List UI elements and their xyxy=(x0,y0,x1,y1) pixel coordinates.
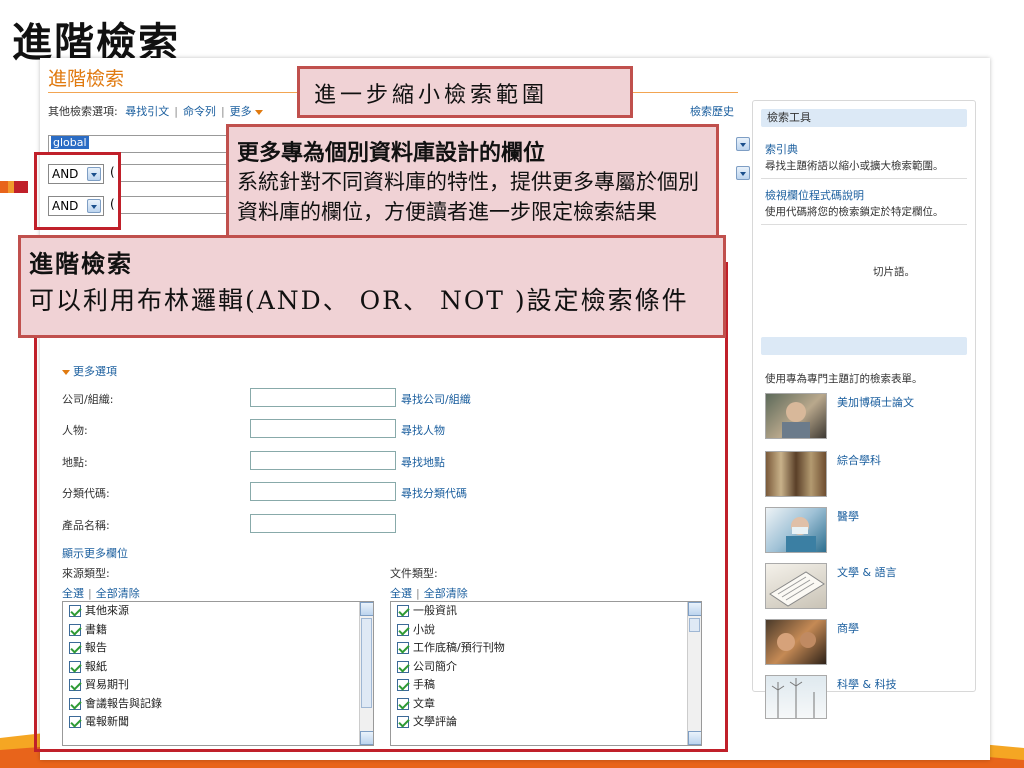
search-history-link[interactable]: 檢索歷史 xyxy=(690,103,734,119)
subject-general-link[interactable]: 綜合學科 xyxy=(837,452,881,468)
subject-header xyxy=(761,337,967,355)
science-image xyxy=(765,675,827,719)
divider xyxy=(761,178,967,179)
operator-highlight-box xyxy=(34,152,121,230)
callout-db-fields-body: 系統針對不同資料庫的特性，提供更多專屬於個別資料庫的欄位，方便讀者進一步限定檢索… xyxy=(237,170,699,224)
callout-advanced: 進階檢索 可以利用布林邏輯(AND、 OR、 NOT )設定檢索條件 xyxy=(18,235,726,338)
field-codes-link[interactable]: 檢視欄位程式碼說明 xyxy=(765,187,864,203)
subjects-desc: 使用專為專門主題訂的檢索表單。 xyxy=(765,373,923,385)
slide: 進階檢索 進階檢索 其他檢索選項: 尋找引文 | 命令列 | 更多 檢索歷史 globa… xyxy=(0,0,1024,768)
books-image xyxy=(765,451,827,497)
subject-medicine-link[interactable]: 醫學 xyxy=(837,508,859,524)
other-search-options: 其他檢索選項: 尋找引文 | 命令列 | 更多 xyxy=(48,103,263,119)
keyword-value: global xyxy=(51,136,89,149)
callout-advanced-body: 可以利用布林邏輯(AND、 OR、 NOT )設定檢索條件 xyxy=(29,286,689,315)
business-image xyxy=(765,619,827,665)
divider xyxy=(761,224,967,225)
literature-image xyxy=(765,563,827,609)
command-line-link[interactable]: 命令列 xyxy=(183,105,216,118)
subject-science-link[interactable]: 科學 & 科技 xyxy=(837,676,897,692)
callout-narrow: 進一步縮小檢索範圍 xyxy=(297,66,633,118)
chevron-down-icon xyxy=(254,109,263,115)
field-select-arrow[interactable] xyxy=(736,166,750,180)
partial-desc: 切片語。 xyxy=(873,266,915,278)
subject-dissertations-link[interactable]: 美加博碩士論文 xyxy=(837,394,914,410)
medicine-image xyxy=(765,507,827,553)
boolean-term-input-2[interactable] xyxy=(120,196,240,214)
search-tools-panel: 檢索工具 索引典 尋找主題術語以縮小或擴大檢索範圍。 檢視欄位程式碼說明 使用代… xyxy=(752,100,976,719)
other-options-label: 其他檢索選項: xyxy=(48,105,118,118)
field-codes-desc: 使用代碼將您的檢索鎖定於特定欄位。 xyxy=(765,206,944,218)
find-citation-link[interactable]: 尋找引文 xyxy=(125,105,169,118)
callout-db-fields-title: 更多專為個別資料庫設計的欄位 xyxy=(237,140,546,166)
field-select-arrow[interactable] xyxy=(736,137,750,151)
dissertation-image xyxy=(765,393,827,439)
subject-literature-link[interactable]: 文學 & 語言 xyxy=(837,564,897,580)
page-heading: 進階檢索 xyxy=(48,68,125,90)
subject-business-link[interactable]: 商學 xyxy=(837,620,859,636)
callout-advanced-title: 進階檢索 xyxy=(29,249,133,278)
thesaurus-link[interactable]: 索引典 xyxy=(765,141,798,157)
more-options-link[interactable]: 更多 xyxy=(230,105,252,118)
thesaurus-desc: 尋找主題術語以縮小或擴大檢索範圍。 xyxy=(765,160,944,172)
boolean-term-input-1[interactable] xyxy=(120,164,240,182)
search-tools-header: 檢索工具 xyxy=(761,109,967,127)
keyword-input[interactable]: global xyxy=(48,135,248,153)
